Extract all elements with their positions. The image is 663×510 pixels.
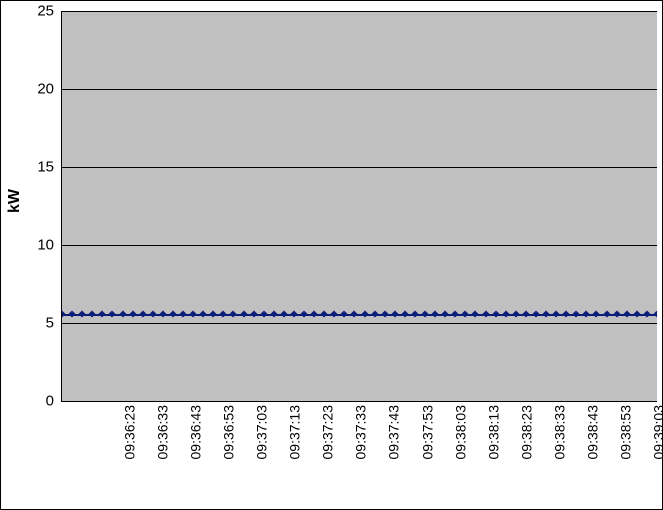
y-tick-label: 0 <box>9 393 54 410</box>
x-tick-label: 09:37:13 <box>287 405 303 460</box>
x-tick-label: 09:38:53 <box>617 405 633 460</box>
data-marker <box>260 310 267 317</box>
data-marker <box>432 310 439 317</box>
gridline <box>62 11 657 12</box>
data-marker <box>321 310 328 317</box>
data-marker <box>290 310 297 317</box>
data-marker <box>280 310 287 317</box>
x-tick-label: 09:36:33 <box>155 405 171 460</box>
data-marker <box>492 310 499 317</box>
data-marker <box>593 310 600 317</box>
data-marker <box>270 310 277 317</box>
data-marker <box>361 310 368 317</box>
x-tick-label: 09:38:23 <box>518 405 534 460</box>
x-tick-label: 09:37:53 <box>419 405 435 460</box>
data-marker <box>633 310 640 317</box>
data-marker <box>61 310 66 317</box>
gridline <box>62 89 657 90</box>
data-marker <box>532 310 539 317</box>
data-marker <box>109 310 116 317</box>
data-marker <box>69 310 76 317</box>
data-marker <box>422 310 429 317</box>
x-tick-label: 09:38:13 <box>485 405 501 460</box>
y-tick-label: 20 <box>9 81 54 98</box>
data-marker <box>149 310 156 317</box>
y-tick-label: 10 <box>9 237 54 254</box>
x-tick-label: 09:38:43 <box>584 405 600 460</box>
data-marker <box>442 310 449 317</box>
data-marker <box>190 310 197 317</box>
data-marker <box>502 310 509 317</box>
data-marker <box>159 310 166 317</box>
data-marker <box>230 310 237 317</box>
x-tick-label: 09:37:43 <box>386 405 402 460</box>
x-tick-label: 09:38:33 <box>551 405 567 460</box>
data-marker <box>89 310 96 317</box>
data-marker <box>250 310 257 317</box>
data-marker <box>553 310 560 317</box>
y-tick-label: 5 <box>9 315 54 332</box>
x-tick-label: 09:37:03 <box>254 405 270 460</box>
data-marker <box>240 310 247 317</box>
data-marker <box>200 310 207 317</box>
data-marker <box>563 310 570 317</box>
data-marker <box>371 310 378 317</box>
data-marker <box>179 310 186 317</box>
gridline <box>62 323 657 324</box>
data-marker <box>391 310 398 317</box>
x-tick-label: 09:36:43 <box>188 405 204 460</box>
data-marker <box>522 310 529 317</box>
x-tick-label: 09:37:33 <box>353 405 369 460</box>
x-tick-label: 09:36:53 <box>221 405 237 460</box>
data-marker <box>381 310 388 317</box>
data-marker <box>220 310 227 317</box>
data-marker <box>341 310 348 317</box>
y-axis-title: kW <box>6 189 24 213</box>
y-tick-label: 15 <box>9 159 54 176</box>
x-tick-label: 09:36:23 <box>122 405 138 460</box>
data-marker <box>472 310 479 317</box>
data-marker <box>613 310 620 317</box>
x-tick-label: 09:38:03 <box>452 405 468 460</box>
gridline <box>62 245 657 246</box>
y-tick-label: 25 <box>9 3 54 20</box>
data-marker <box>482 310 489 317</box>
data-marker <box>300 310 307 317</box>
data-marker <box>351 310 358 317</box>
data-marker <box>311 310 318 317</box>
gridline <box>62 167 657 168</box>
data-marker <box>411 310 418 317</box>
data-marker <box>623 310 630 317</box>
data-marker <box>643 310 650 317</box>
data-marker <box>452 310 459 317</box>
data-marker <box>79 310 86 317</box>
data-marker <box>119 310 126 317</box>
plot-area <box>61 11 657 402</box>
data-marker <box>653 310 657 317</box>
data-marker <box>573 310 580 317</box>
data-marker <box>169 310 176 317</box>
x-tick-label: 09:37:23 <box>320 405 336 460</box>
data-marker <box>99 310 106 317</box>
data-marker <box>462 310 469 317</box>
data-marker <box>210 310 217 317</box>
data-marker <box>401 310 408 317</box>
data-marker <box>129 310 136 317</box>
data-marker <box>331 310 338 317</box>
data-marker <box>543 310 550 317</box>
chart-frame: kW 0510152025 09:36:2309:36:3309:36:4309… <box>0 0 663 510</box>
x-axis-ticks: 09:36:23 09:36:33 09:36:43 09:36:53 09:37:03… <box>61 405 656 505</box>
data-marker <box>603 310 610 317</box>
x-tick-label: 09:39:03 <box>650 405 663 460</box>
data-marker <box>139 310 146 317</box>
data-marker <box>583 310 590 317</box>
data-marker <box>512 310 519 317</box>
